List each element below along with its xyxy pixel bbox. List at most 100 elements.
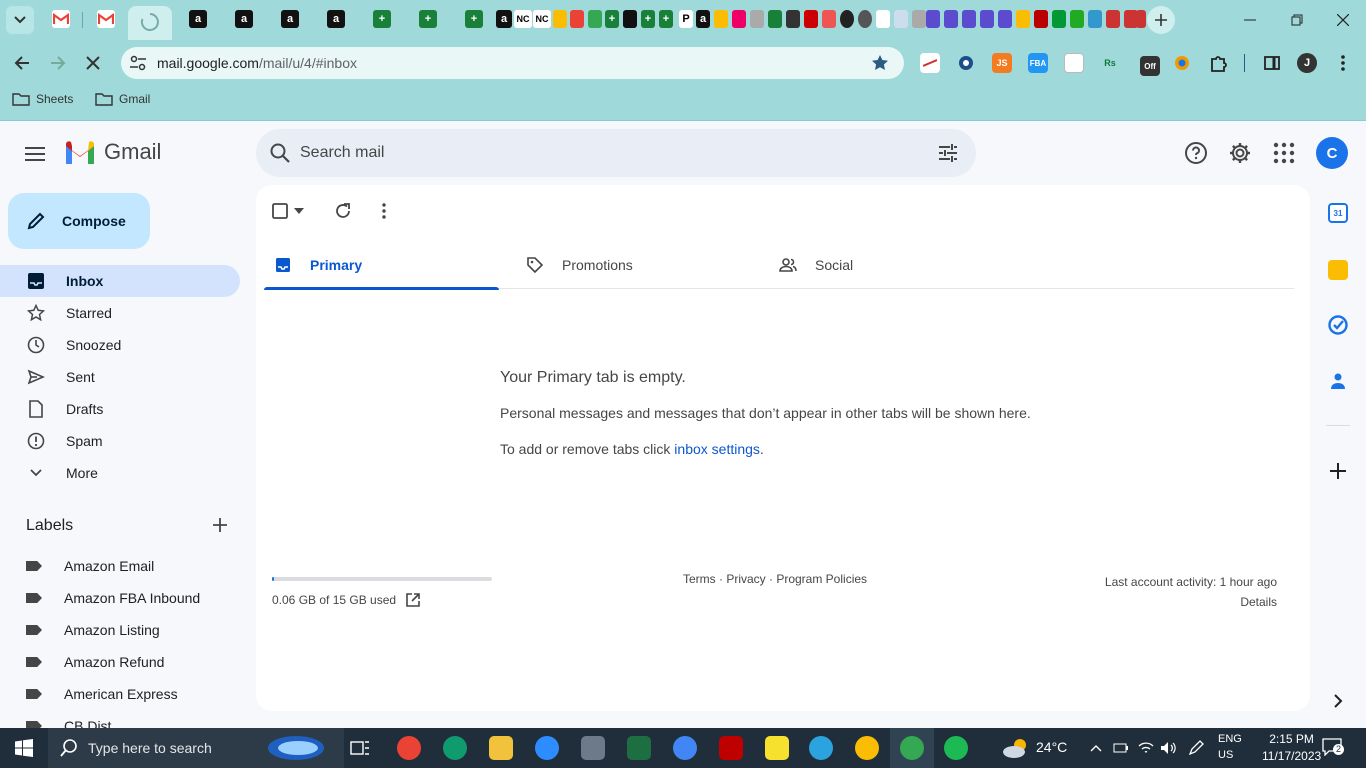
inbox-settings-link[interactable]: inbox settings: [674, 441, 760, 457]
amazon-tab-favicon[interactable]: a: [281, 10, 299, 28]
tab-favicon[interactable]: [804, 10, 818, 28]
drive-tab-favicon[interactable]: [553, 10, 567, 28]
keep-icon[interactable]: [1328, 260, 1348, 280]
extension-icon[interactable]: [920, 53, 940, 73]
tab-search-button[interactable]: [6, 6, 34, 34]
extensions-puzzle-button[interactable]: [1208, 53, 1228, 73]
label-item[interactable]: CB Dist: [26, 718, 111, 728]
chrome-active-taskbar-icon[interactable]: [900, 736, 924, 760]
active-tab[interactable]: [128, 6, 172, 40]
chevron-right-icon[interactable]: [1328, 691, 1348, 711]
task-view-icon[interactable]: [350, 739, 370, 757]
taskbar-search[interactable]: Type here to search: [48, 728, 344, 768]
label-item[interactable]: Amazon Refund: [26, 654, 164, 670]
gmail-tab-favicon[interactable]: [570, 10, 584, 28]
spotify-taskbar-icon[interactable]: [944, 736, 968, 760]
gmail-tab-favicon[interactable]: [52, 10, 70, 28]
history-tab-favicon[interactable]: [858, 10, 872, 28]
sheets-tab-favicon[interactable]: +: [659, 10, 673, 28]
chrome-taskbar-icon[interactable]: [397, 736, 421, 760]
help-icon[interactable]: [1184, 141, 1208, 165]
tab-favicon[interactable]: [894, 10, 908, 28]
search-bar[interactable]: Search mail: [256, 129, 976, 177]
side-panel-button[interactable]: [1262, 53, 1282, 73]
new-tab-button[interactable]: [1147, 6, 1175, 34]
gmail-tab-favicon[interactable]: [97, 10, 115, 28]
address-bar[interactable]: mail.google.com/mail/u/4/#inbox: [121, 47, 904, 79]
sheets-tab-favicon[interactable]: +: [419, 10, 437, 28]
calculator-taskbar-icon[interactable]: [581, 736, 605, 760]
compose-button[interactable]: Compose: [8, 193, 150, 249]
account-avatar[interactable]: C: [1316, 137, 1348, 169]
list-tab-favicon[interactable]: [926, 10, 940, 28]
amazon-tab-favicon[interactable]: a: [496, 10, 512, 28]
tab-favicon[interactable]: [822, 10, 836, 28]
tab-favicon[interactable]: [1070, 10, 1084, 28]
volume-icon[interactable]: [1160, 741, 1178, 755]
rs-extension-icon[interactable]: Rs: [1100, 53, 1120, 73]
nav-item-sent[interactable]: Sent: [0, 361, 240, 393]
bookmark-folder-sheets[interactable]: Sheets: [12, 92, 73, 106]
refresh-icon[interactable]: [334, 202, 352, 220]
tab-favicon[interactable]: [750, 10, 764, 28]
sheets-tab-favicon[interactable]: [768, 10, 782, 28]
extension-icon[interactable]: [1172, 53, 1192, 73]
tab-favicon[interactable]: [1136, 10, 1146, 28]
amazon-tab-favicon[interactable]: a: [327, 10, 345, 28]
sheets-tab-favicon[interactable]: +: [641, 10, 655, 28]
telegram-taskbar-icon[interactable]: [809, 736, 833, 760]
nav-item-inbox[interactable]: Inbox: [0, 265, 240, 297]
back-button[interactable]: [7, 48, 37, 78]
details-link[interactable]: Details: [1105, 592, 1277, 612]
tab-favicon[interactable]: [1034, 10, 1048, 28]
fba-extension-icon[interactable]: FBA: [1028, 53, 1048, 73]
file-explorer-taskbar-icon[interactable]: [489, 736, 513, 760]
amazon-tab-favicon[interactable]: a: [696, 10, 710, 28]
js-extension-icon[interactable]: JS: [992, 53, 1012, 73]
tab-favicon[interactable]: [1052, 10, 1066, 28]
list-tab-favicon[interactable]: [962, 10, 976, 28]
settings-gear-icon[interactable]: [1228, 141, 1252, 165]
tab-favicon[interactable]: [623, 10, 637, 28]
label-item[interactable]: Amazon Email: [26, 558, 154, 574]
nav-item-spam[interactable]: Spam: [0, 425, 240, 457]
nc-tab-favicon[interactable]: NC: [533, 10, 551, 28]
tab-favicon[interactable]: P: [679, 10, 693, 28]
nav-item-drafts[interactable]: Drafts: [0, 393, 240, 425]
list-tab-favicon[interactable]: [944, 10, 958, 28]
off-extension-icon[interactable]: Off: [1140, 56, 1160, 76]
list-tab-favicon[interactable]: [998, 10, 1012, 28]
bookmark-folder-gmail[interactable]: Gmail: [95, 92, 150, 106]
drive-tab-favicon[interactable]: [588, 10, 602, 28]
google-apps-icon[interactable]: [1272, 141, 1296, 165]
gmail-logo[interactable]: Gmail: [64, 139, 161, 165]
nav-item-starred[interactable]: Starred: [0, 297, 240, 329]
label-item[interactable]: American Express: [26, 686, 178, 702]
more-vert-icon[interactable]: [382, 203, 386, 219]
windows-start-icon[interactable]: [15, 739, 33, 757]
tab-favicon[interactable]: [840, 10, 854, 28]
language-indicator[interactable]: ENG US: [1218, 731, 1242, 763]
wifi-icon[interactable]: [1138, 741, 1154, 755]
list-tab-favicon[interactable]: [980, 10, 994, 28]
tab-favicon[interactable]: [1016, 10, 1030, 28]
zoom-taskbar-icon[interactable]: [535, 736, 559, 760]
close-window-button[interactable]: [1331, 8, 1355, 32]
sheets-tab-favicon[interactable]: +: [465, 10, 483, 28]
sheets-tab-favicon[interactable]: +: [373, 10, 391, 28]
tab-favicon[interactable]: [876, 10, 890, 28]
browser-menu-button[interactable]: [1333, 53, 1353, 73]
restore-button[interactable]: [1285, 8, 1309, 32]
chevron-up-icon[interactable]: [1090, 744, 1102, 752]
search-options-icon[interactable]: [937, 142, 959, 164]
forward-button[interactable]: [43, 48, 73, 78]
tab-favicon[interactable]: [912, 10, 926, 28]
chrome-profile-taskbar-icon[interactable]: [673, 736, 697, 760]
profile-avatar[interactable]: J: [1297, 53, 1317, 73]
excel-taskbar-icon[interactable]: [627, 736, 651, 760]
main-menu-button[interactable]: [22, 141, 48, 167]
extension-icon[interactable]: [956, 53, 976, 73]
edge-taskbar-icon[interactable]: [443, 736, 467, 760]
contacts-icon[interactable]: [1328, 371, 1348, 391]
create-label-button[interactable]: [212, 517, 228, 533]
